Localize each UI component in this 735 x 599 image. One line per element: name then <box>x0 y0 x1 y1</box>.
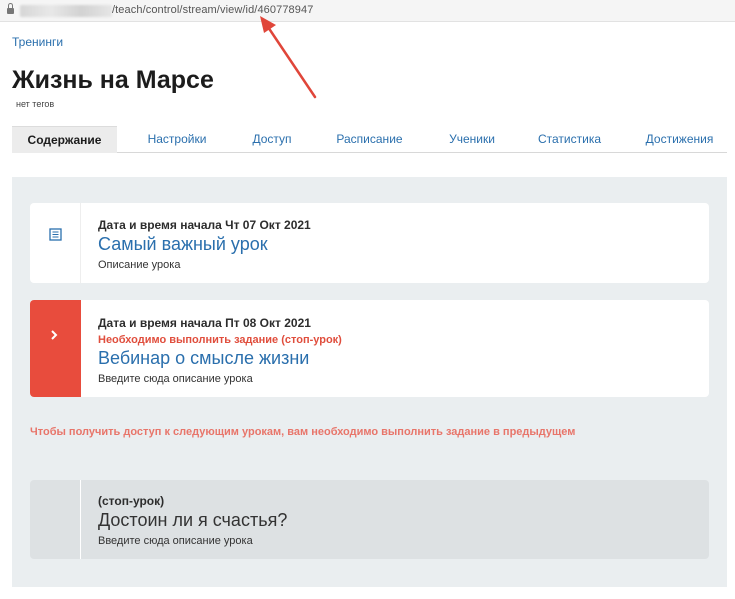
list-icon <box>49 228 62 241</box>
chevron-right-icon <box>51 330 58 340</box>
tab-schedule[interactable]: Расписание <box>322 126 417 153</box>
tab-achievements[interactable]: Достижения <box>632 126 727 153</box>
tab-settings[interactable]: Настройки <box>127 126 227 153</box>
lesson-start-date: Дата и время начала Чт 07 Окт 2021 <box>98 218 311 232</box>
lesson-description: Введите сюда описание урока <box>98 373 253 385</box>
redacted-domain <box>20 5 112 17</box>
lesson-description: Введите сюда описание урока <box>98 535 253 547</box>
address-bar[interactable]: /teach/control/stream/view/id/460778947 <box>0 0 735 22</box>
lesson-description: Описание урока <box>98 259 181 271</box>
lesson-title: Достоин ли я счастья? <box>98 510 288 530</box>
breadcrumb-trainings[interactable]: Тренинги <box>12 35 63 49</box>
lessons-panel: Дата и время начала Чт 07 Окт 2021 Самый… <box>12 177 727 587</box>
lesson-title-link[interactable]: Самый важный урок <box>98 234 311 255</box>
stop-lesson-warning: Необходимо выполнить задание (стоп-урок) <box>98 334 342 346</box>
lesson-icon-area <box>30 480 81 559</box>
url-path[interactable]: /teach/control/stream/view/id/460778947 <box>112 4 313 16</box>
lesson-icon-area <box>30 300 81 397</box>
lesson-title-link[interactable]: Вебинар о смысле жизни <box>98 348 342 369</box>
tags-label: нет тегов <box>16 99 55 109</box>
tab-students[interactable]: Ученики <box>432 126 512 153</box>
lesson-start-date: Дата и время начала Пт 08 Окт 2021 <box>98 316 311 330</box>
tab-bar: Содержание Настройки Доступ Расписание У… <box>12 126 727 153</box>
tab-access[interactable]: Доступ <box>232 126 312 153</box>
lock-icon <box>7 3 14 15</box>
access-notice: Чтобы получить доступ к следующим урокам… <box>30 426 576 438</box>
page-title: Жизнь на Марсе <box>12 66 214 94</box>
lesson-stop-label: (стоп-урок) <box>98 494 165 508</box>
lesson-icon-area <box>30 203 81 283</box>
lesson-card-locked: (стоп-урок) Достоин ли я счастья? Введит… <box>30 480 709 559</box>
lesson-card[interactable]: Дата и время начала Чт 07 Окт 2021 Самый… <box>30 203 709 283</box>
tab-content[interactable]: Содержание <box>12 126 117 153</box>
lesson-card[interactable]: Дата и время начала Пт 08 Окт 2021 Необх… <box>30 300 709 397</box>
tab-statistics[interactable]: Статистика <box>522 126 617 153</box>
